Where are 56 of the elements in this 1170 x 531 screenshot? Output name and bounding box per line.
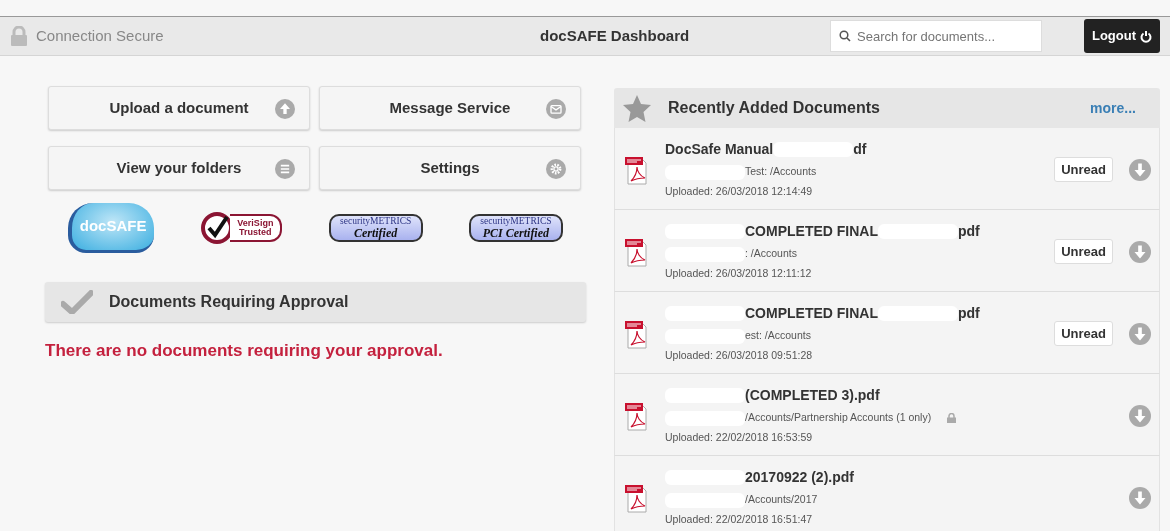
star-icon xyxy=(622,94,652,122)
checkmark-icon xyxy=(61,290,93,314)
pdf-file-icon xyxy=(625,154,649,185)
empty-message: There are no documents requiring your approval. xyxy=(45,340,444,362)
padlock-icon xyxy=(10,26,28,46)
document-title: pdf xyxy=(958,304,980,324)
certification-badge: securityMETRICS Certified xyxy=(328,213,423,243)
download-icon[interactable] xyxy=(1129,158,1151,181)
unread-button[interactable]: Unread xyxy=(1054,238,1113,265)
pdf-file-icon xyxy=(625,482,649,513)
connection-status: Connection Secure xyxy=(36,25,164,46)
envelope-icon xyxy=(546,99,566,119)
unread-button[interactable]: Unread xyxy=(1054,320,1113,347)
download-icon[interactable] xyxy=(1129,486,1151,509)
download-icon[interactable] xyxy=(1129,322,1151,345)
certification-badge: securityMETRICS PCI Certified xyxy=(468,213,563,243)
action-button[interactable]: Upload a document xyxy=(48,86,310,130)
settings-icon xyxy=(546,159,566,179)
action-button[interactable]: Message Service xyxy=(319,86,581,130)
verisign-logo: VeriSign Trusted xyxy=(200,211,283,245)
pdf-file-icon xyxy=(625,318,649,349)
upload-date: Uploaded: 26/03/2018 12:14:49 xyxy=(665,184,814,199)
action-button[interactable]: View your folders xyxy=(48,146,310,190)
section-title: Documents Requiring Approval xyxy=(109,292,349,312)
search-icon xyxy=(839,30,851,42)
action-button[interactable]: Settings xyxy=(319,146,581,190)
folder-path: est: /Accounts xyxy=(745,328,811,344)
document-title: COMPLETED FINAL xyxy=(745,222,878,242)
download-icon[interactable] xyxy=(1129,240,1151,263)
document-title: 20170922 (2).pdf xyxy=(745,468,854,488)
arrow-up-icon xyxy=(275,99,295,119)
folder-path: Test: /Accounts xyxy=(745,164,817,180)
upload-date: Uploaded: 22/02/2018 16:51:47 xyxy=(665,512,814,527)
document-title: (COMPLETED 3).pdf xyxy=(745,386,880,406)
list-icon xyxy=(275,159,295,179)
document-title: pdf xyxy=(958,222,980,242)
upload-date: Uploaded: 26/03/2018 12:11:12 xyxy=(665,266,813,281)
docsafe-logo: docSAFE xyxy=(68,203,155,253)
page-title: docSAFE Dashboard xyxy=(540,25,691,46)
logout-button[interactable]: Logout xyxy=(1083,19,1160,53)
padlock-icon xyxy=(947,413,957,424)
folder-path: /Accounts/2017 xyxy=(745,492,818,508)
pdf-file-icon xyxy=(625,400,649,431)
upload-date: Uploaded: 26/03/2018 09:51:28 xyxy=(665,348,814,363)
unread-button[interactable]: Unread xyxy=(1054,156,1113,183)
folder-path: /Accounts/Partnership Accounts (1 only) xyxy=(745,410,932,426)
pdf-file-icon xyxy=(625,236,649,267)
search-field[interactable]: Search for documents... xyxy=(830,20,1042,52)
upload-date: Uploaded: 22/02/2018 16:53:59 xyxy=(665,430,814,445)
document-title: DocSafe Manual xyxy=(665,140,774,160)
download-icon[interactable] xyxy=(1129,404,1151,427)
folder-path: : /Accounts xyxy=(745,246,797,262)
document-title: df xyxy=(853,140,867,160)
document-title: COMPLETED FINAL xyxy=(745,304,878,324)
section-title: Recently Added Documents xyxy=(668,98,881,118)
power-icon xyxy=(1140,29,1152,43)
